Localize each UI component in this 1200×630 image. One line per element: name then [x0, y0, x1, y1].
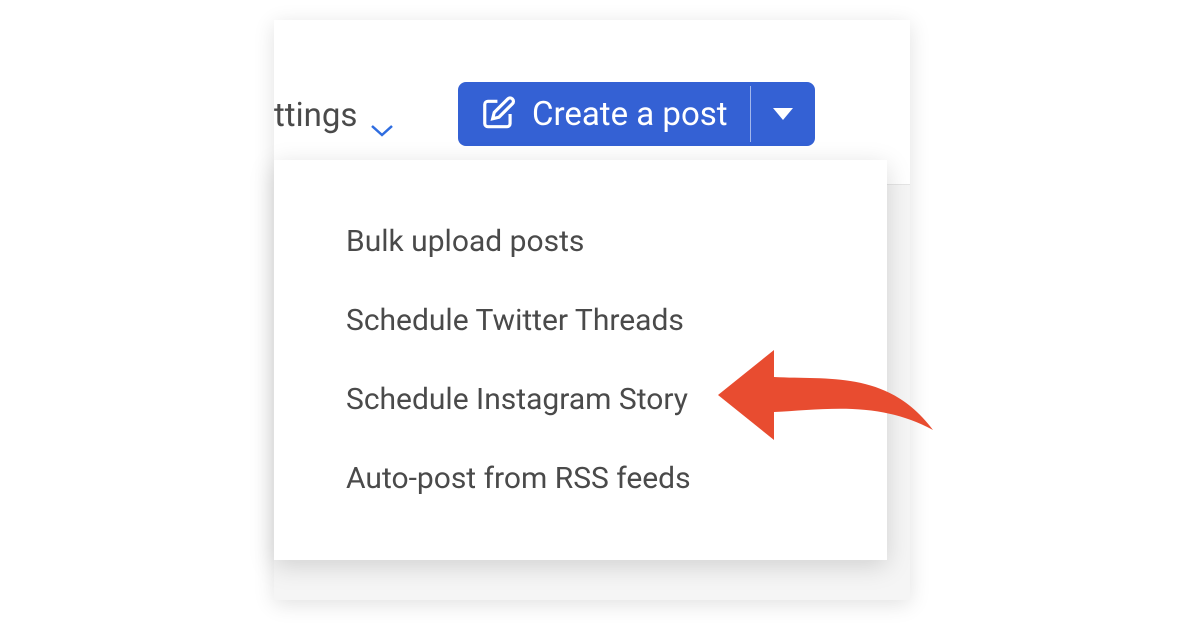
settings-label: ttings	[274, 96, 357, 135]
chevron-down-icon	[369, 108, 395, 124]
create-post-dropdown-toggle[interactable]	[751, 108, 815, 120]
create-post-label: Create a post	[532, 95, 750, 134]
menu-item-schedule-instagram-story[interactable]: Schedule Instagram Story	[274, 360, 887, 439]
settings-menu[interactable]: ttings	[274, 96, 395, 135]
menu-item-schedule-twitter-threads[interactable]: Schedule Twitter Threads	[274, 281, 887, 360]
menu-item-label: Schedule Instagram Story	[346, 382, 688, 417]
menu-item-bulk-upload[interactable]: Bulk upload posts	[274, 202, 887, 281]
caret-down-icon	[773, 108, 793, 120]
compose-icon	[480, 95, 518, 133]
create-post-dropdown-menu: Bulk upload posts Schedule Twitter Threa…	[274, 160, 887, 560]
menu-item-label: Schedule Twitter Threads	[346, 303, 684, 338]
menu-item-label: Auto-post from RSS feeds	[346, 461, 691, 496]
app-frame: ttings Create a post Bulk upload posts	[274, 20, 910, 600]
menu-item-auto-post-rss[interactable]: Auto-post from RSS feeds	[274, 439, 887, 518]
menu-item-label: Bulk upload posts	[346, 224, 584, 259]
create-post-button[interactable]: Create a post	[458, 82, 815, 146]
